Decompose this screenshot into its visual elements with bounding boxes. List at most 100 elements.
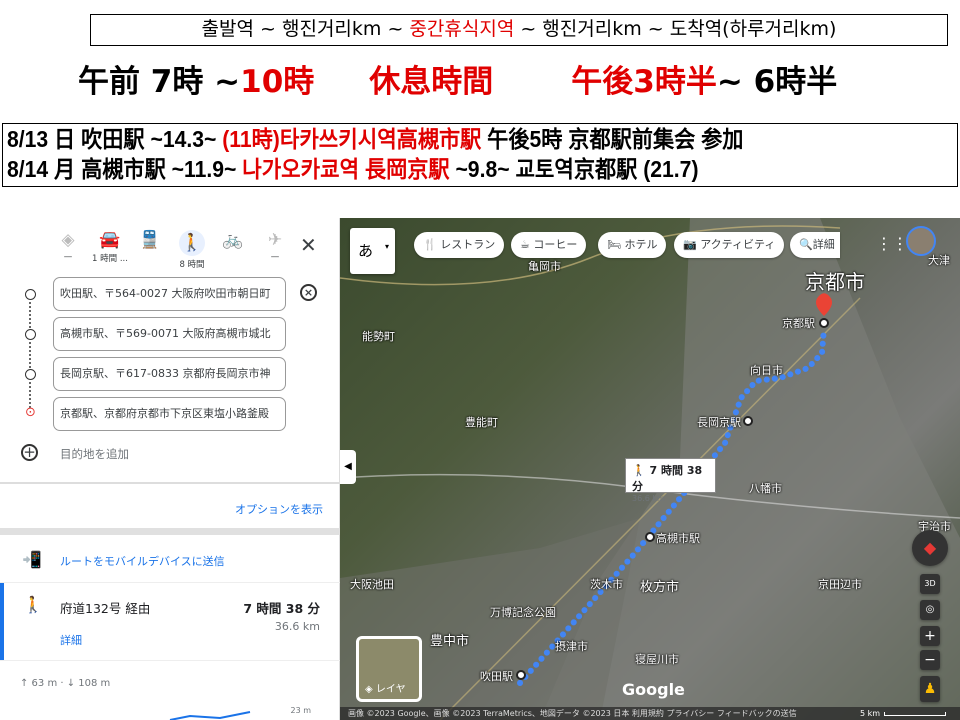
start: 8/14 月 高槻市駅 ~11.9~	[7, 156, 243, 182]
chip-label: アクティビティ	[700, 238, 776, 251]
chip-label: レストラン	[440, 238, 496, 251]
close-icon[interactable]: ✕	[300, 233, 317, 257]
divider	[0, 528, 340, 535]
label-settsu: 摂津市	[555, 640, 588, 653]
legend-box: 출발역 ~ 행진거리km ~ 중간휴식지역 ~ 행진거리km ~ 도착역(하루거…	[90, 14, 948, 46]
end: ~9.8~ 교토역京都駅 (21.7)	[449, 156, 699, 182]
label-kameoka: 亀岡市	[528, 260, 561, 273]
day-schedule: 8/13 日 吹田駅 ~14.3~ (11時)타카쓰키시역高槻市駅 午後5時 京…	[2, 123, 958, 187]
chip-hotel[interactable]: 🛏 ホテル	[598, 232, 667, 258]
morning-time: 午前 7時 ~	[78, 64, 241, 100]
stop-input-2[interactable]: 高槻市駅、〒569-0071 大阪府高槻市城北	[53, 317, 286, 351]
layers-button[interactable]: ◈ レイヤ	[356, 636, 422, 702]
connector	[29, 302, 32, 328]
stop-input-3[interactable]: 長岡京駅、〒617-0833 京都府長岡京市神	[53, 357, 286, 391]
map-canvas[interactable]: あ ▾ 🍴 レストラン ☕ コーヒー 🛏 ホテル 📷 アクティビティ 🔍詳細 ⋮⋮…	[340, 218, 960, 720]
legend-text: 출발역 ~ 행진거리km ~	[201, 18, 410, 40]
bicycle-icon: 🚲	[222, 230, 244, 250]
suita-marker	[516, 670, 526, 680]
car-icon: 🚘	[99, 230, 121, 250]
pegman-icon[interactable]: ♟	[920, 676, 940, 702]
zoom-out-button[interactable]: −	[920, 650, 940, 670]
show-options-link[interactable]: オプションを表示	[235, 501, 323, 517]
mode-best[interactable]: ◈ —	[48, 230, 88, 262]
input-mode-select[interactable]: あ ▾	[350, 228, 395, 274]
schedule-row-0813: 8/13 日 吹田駅 ~14.3~ (11時)타카쓰키시역高槻市駅 午後5時 京…	[7, 124, 881, 154]
schedule-row-0814: 8/14 月 高槻市駅 ~11.9~ 나가오카쿄역 長岡京駅 ~9.8~ 교토역…	[7, 154, 881, 184]
coffee-icon: ☕	[520, 238, 534, 251]
chip-more[interactable]: 🔍詳細	[790, 232, 840, 258]
start: 8/13 日 吹田駅 ~14.3~	[7, 126, 223, 152]
label-nagaokakyo-station: 長岡京駅	[697, 416, 741, 429]
mode-car[interactable]: 🚘 1 時間 ...	[90, 230, 130, 264]
label-banpaku: 万博記念公園	[490, 606, 556, 619]
chip-activity[interactable]: 📷 アクティビティ	[674, 232, 785, 258]
collapse-panel-button[interactable]: ◀	[340, 450, 356, 484]
zoom-in-button[interactable]: +	[920, 626, 940, 646]
chip-restaurant[interactable]: 🍴 レストラン	[414, 232, 505, 258]
ten-oclock: 10時	[240, 64, 315, 100]
selected-indicator	[0, 583, 4, 660]
label-nose: 能勢町	[362, 330, 395, 343]
add-icon: +	[21, 444, 38, 461]
chip-label: 詳細	[812, 238, 835, 251]
send-to-phone-icon: 📲	[22, 550, 42, 569]
mode-label: —	[270, 252, 280, 262]
search-icon: 🔍	[799, 238, 813, 251]
label-otsu: 大津	[928, 254, 950, 267]
layers-icon: ◈	[365, 684, 376, 695]
label-toyono: 豊能町	[465, 416, 498, 429]
apps-grid-icon[interactable]: ⋮⋮	[876, 234, 908, 253]
chip-coffee[interactable]: ☕ コーヒー	[511, 232, 587, 258]
midpoint: (11時)타카쓰키시역高槻市駅	[222, 126, 482, 152]
afternoon-time: 午後3時半	[571, 64, 717, 100]
stop-input-4[interactable]: 京都駅、京都府京都市下京区東塩小路釜殿	[53, 397, 286, 431]
layers-label: レイヤ	[375, 684, 406, 695]
google-logo: Google	[622, 680, 685, 699]
add-destination-button[interactable]: 目的地を追加	[60, 446, 129, 462]
elevation-tick: 23 m	[290, 706, 311, 715]
mode-label: 1 時間 ...	[92, 254, 128, 264]
elevation-summary: ↑ 63 m · ↓ 108 m	[20, 678, 111, 689]
stop-input-1[interactable]: 吹田駅、〒564-0027 大阪府吹田市朝日町	[53, 277, 286, 311]
label-yawata: 八幡市	[749, 482, 782, 495]
stop-circle-icon	[25, 289, 36, 300]
takatsuki-marker	[645, 532, 655, 542]
route-distance: 36.6 km	[274, 620, 320, 633]
3d-toggle-button[interactable]: 3D	[920, 574, 940, 594]
label-hirakata: 枚方市	[640, 580, 680, 595]
midpoint: 나가오카쿄역 長岡京駅	[242, 156, 450, 182]
label-toyonaka: 豊中市	[430, 634, 470, 649]
mode-label: 8 時間	[179, 260, 205, 270]
mode-transit[interactable]: 🚆	[130, 230, 170, 250]
route-option[interactable]: 🚶 府道132号 経由 7 時間 38 分 36.6 km 詳細	[0, 583, 340, 660]
send-to-mobile-link[interactable]: ルートをモバイルデバイスに送信	[60, 553, 225, 569]
flight-icon: ✈	[267, 230, 283, 250]
divider	[0, 482, 340, 484]
activity-icon: 📷	[683, 238, 701, 251]
my-location-icon[interactable]: ◎	[920, 600, 940, 620]
compass-icon[interactable]: ◆	[912, 530, 948, 566]
legend-text-end: ~ 행진거리km ~ 도착역(하루거리km)	[514, 18, 837, 40]
divider	[0, 660, 340, 661]
route-tooltip[interactable]: 🚶 7 時間 38 分 36.6 km	[625, 458, 716, 503]
walk-icon: 🚶	[632, 464, 650, 477]
legend-rest-area: 중간휴식지역	[409, 18, 515, 40]
details-link[interactable]: 詳細	[60, 632, 82, 648]
route-via: 府道132号 経由	[60, 601, 151, 616]
chip-label: ホテル	[624, 238, 658, 251]
time-schedule: 午前 7時 ~ 10時 休息時間 午後3時半 ~ 6時半	[78, 56, 837, 101]
remove-stop-icon[interactable]: ×	[300, 284, 317, 301]
mode-bicycle[interactable]: 🚲	[213, 230, 253, 250]
restaurant-icon: 🍴	[423, 238, 441, 251]
walk-icon: 🚶	[23, 595, 43, 614]
attribution-text: 画像 ©2023 Google、画像 ©2023 TerraMetrics、地図…	[348, 709, 797, 718]
tooltip-distance: 36.6 km	[632, 494, 665, 503]
elevation-chart	[169, 711, 251, 720]
mode-flight[interactable]: ✈ —	[255, 230, 295, 262]
attribution-bar: 画像 ©2023 Google、画像 ©2023 TerraMetrics、地図…	[340, 707, 960, 720]
nagaokakyo-marker	[743, 416, 753, 426]
connector	[29, 342, 32, 368]
stop-circle-icon	[25, 329, 36, 340]
mode-walk[interactable]: 🚶 8 時間	[172, 230, 212, 270]
